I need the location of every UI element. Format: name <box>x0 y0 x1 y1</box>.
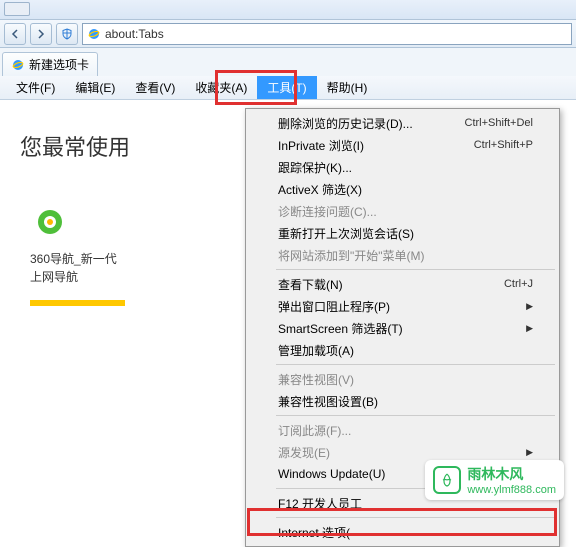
dd-activex[interactable]: ActiveX 筛选(X) <box>248 178 557 200</box>
chevron-right-icon: ▶ <box>526 301 533 312</box>
bookmark-card[interactable]: 360导航_新一代 上网导航 <box>20 192 220 316</box>
annotation-highlight-options <box>247 508 557 536</box>
ie-icon <box>11 58 25 72</box>
menu-tools[interactable]: 工具(T) <box>257 76 316 99</box>
dd-tracking[interactable]: 跟踪保护(K)... <box>248 156 557 178</box>
separator <box>276 415 555 416</box>
menu-bar: 文件(F) 编辑(E) 查看(V) 收藏夹(A) 工具(T) 帮助(H) <box>0 76 576 100</box>
dd-add-start[interactable]: 将网站添加到"开始"菜单(M) <box>248 244 557 266</box>
dd-inprivate[interactable]: InPrivate 浏览(I) Ctrl+Shift+P <box>248 134 557 156</box>
dd-compat-settings[interactable]: 兼容性视图设置(B) <box>248 390 557 412</box>
bookmark-title: 360导航_新一代 上网导航 <box>30 250 210 286</box>
separator <box>276 269 555 270</box>
window-button[interactable] <box>4 2 30 16</box>
menu-favorites[interactable]: 收藏夹(A) <box>185 76 257 99</box>
menu-view[interactable]: 查看(V) <box>125 76 185 99</box>
watermark: 雨林木风 www.ylmf888.com <box>425 460 564 500</box>
chevron-right-icon: ▶ <box>526 323 533 334</box>
dd-smartscreen[interactable]: SmartScreen 筛选器(T) ▶ <box>248 317 557 339</box>
dd-reopen[interactable]: 重新打开上次浏览会话(S) <box>248 222 557 244</box>
forward-button[interactable] <box>30 23 52 45</box>
dd-addons[interactable]: 管理加载项(A) <box>248 339 557 361</box>
chevron-right-icon: ▶ <box>526 447 533 458</box>
menu-help[interactable]: 帮助(H) <box>317 76 378 99</box>
dd-popup[interactable]: 弹出窗口阻止程序(P) ▶ <box>248 295 557 317</box>
dd-compat-view[interactable]: 兼容性视图(V) <box>248 368 557 390</box>
menu-file[interactable]: 文件(F) <box>6 76 65 99</box>
back-button[interactable] <box>4 23 26 45</box>
dd-diagnose[interactable]: 诊断连接问题(C)... <box>248 200 557 222</box>
watermark-logo-icon <box>433 466 461 494</box>
navigation-row: about:Tabs <box>0 20 576 48</box>
bookmark-icon <box>30 202 70 242</box>
tab-title: 新建选项卡 <box>29 56 89 73</box>
address-bar[interactable]: about:Tabs <box>82 23 572 45</box>
dd-delete-history[interactable]: 删除浏览的历史记录(D)... Ctrl+Shift+Del <box>248 112 557 134</box>
security-shield-button[interactable] <box>56 23 78 45</box>
address-text: about:Tabs <box>105 27 164 41</box>
menu-edit[interactable]: 编辑(E) <box>65 76 125 99</box>
dd-subscribe[interactable]: 订阅此源(F)... <box>248 419 557 441</box>
separator <box>276 364 555 365</box>
ie-icon <box>87 27 101 41</box>
tab-row: 新建选项卡 <box>0 48 576 76</box>
watermark-text: 雨林木风 <box>467 464 556 484</box>
titlebar <box>0 0 576 20</box>
browser-tab[interactable]: 新建选项卡 <box>2 52 98 76</box>
dd-downloads[interactable]: 查看下载(N) Ctrl+J <box>248 273 557 295</box>
watermark-url: www.ylmf888.com <box>467 484 556 496</box>
bookmark-underline <box>30 300 125 306</box>
